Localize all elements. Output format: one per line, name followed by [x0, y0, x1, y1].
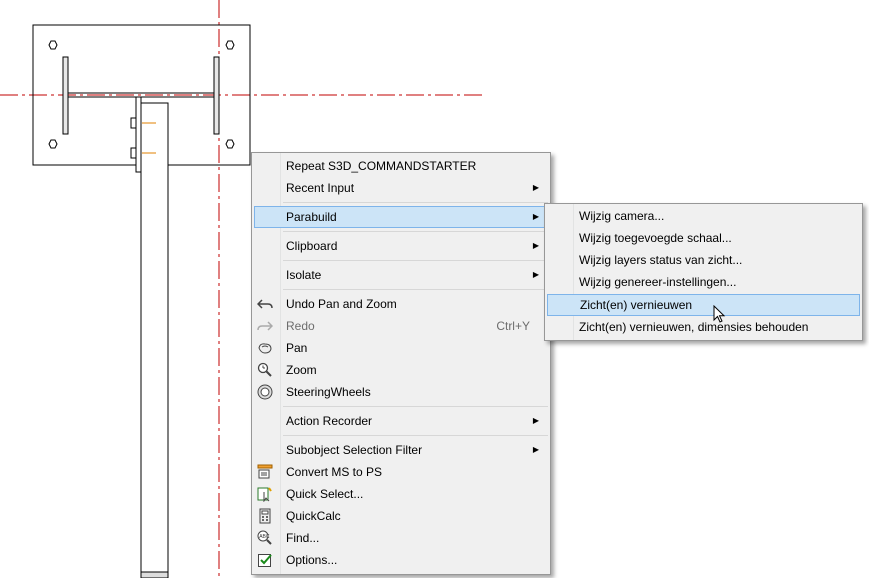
- menu-item-label: Find...: [286, 531, 320, 545]
- menu-separator: [283, 406, 548, 407]
- menu-item-action-recorder[interactable]: Action Recorder ▶: [254, 410, 548, 432]
- bolt-hole: [48, 40, 58, 50]
- submenu-arrow-icon: ▶: [532, 270, 539, 279]
- submenu-item-wijzig-layers[interactable]: Wijzig layers status van zicht...: [547, 249, 860, 271]
- menu-item-label: Clipboard: [286, 239, 338, 253]
- menu-item-pan[interactable]: Pan: [254, 337, 548, 359]
- menu-item-parabuild[interactable]: Parabuild ▶: [254, 206, 548, 228]
- menu-item-label: Parabuild: [286, 210, 337, 224]
- quick-select-icon: [257, 487, 272, 502]
- menu-item-recent-input[interactable]: Recent Input ▶: [254, 177, 548, 199]
- menu-item-label: Zoom: [286, 363, 317, 377]
- submenu-item-wijzig-schaal[interactable]: Wijzig toegevoegde schaal...: [547, 227, 860, 249]
- parabuild-submenu: Wijzig camera... Wijzig toegevoegde scha…: [544, 203, 863, 341]
- submenu-item-wijzig-genereer[interactable]: Wijzig genereer-instellingen...: [547, 271, 860, 293]
- menu-item-options[interactable]: Options...: [254, 549, 548, 571]
- menu-item-quickcalc[interactable]: QuickCalc: [254, 505, 548, 527]
- zoom-icon: [257, 362, 272, 377]
- redo-icon: [257, 321, 273, 331]
- menu-separator: [283, 435, 548, 436]
- column-base-hatch: [140, 571, 169, 578]
- menu-separator: [283, 260, 548, 261]
- menu-item-label: Subobject Selection Filter: [286, 443, 423, 457]
- menu-item-subobject-selection-filter[interactable]: Subobject Selection Filter ▶: [254, 439, 548, 461]
- calculator-icon: [259, 508, 271, 524]
- menu-item-label: Zicht(en) vernieuwen, dimensies behouden: [579, 320, 809, 334]
- bolt-head: [130, 117, 137, 129]
- menu-item-label: Undo Pan and Zoom: [286, 297, 397, 311]
- menu-item-label: Wijzig camera...: [579, 209, 665, 223]
- menu-item-label: Isolate: [286, 268, 322, 282]
- menu-item-label: Wijzig toegevoegde schaal...: [579, 231, 732, 245]
- menu-item-clipboard[interactable]: Clipboard ▶: [254, 235, 548, 257]
- submenu-item-zicht-vernieuwen-dimensies[interactable]: Zicht(en) vernieuwen, dimensies behouden: [547, 316, 860, 338]
- column-connection: [135, 96, 142, 173]
- menu-item-zoom[interactable]: Zoom: [254, 359, 548, 381]
- find-text-icon: ABC: [257, 530, 272, 545]
- menu-separator: [283, 289, 548, 290]
- menu-item-label: Action Recorder: [286, 414, 373, 428]
- menu-item-label: Quick Select...: [286, 487, 364, 501]
- menu-item-label: Pan: [286, 341, 308, 355]
- menu-separator: [283, 202, 548, 203]
- pan-hand-icon: [258, 343, 272, 354]
- undo-icon: [257, 299, 273, 309]
- menu-item-label: Options...: [286, 553, 338, 567]
- menu-item-label: Convert MS to PS: [286, 465, 383, 479]
- submenu-arrow-icon: ▶: [532, 241, 539, 250]
- menu-item-shortcut: Ctrl+Y: [496, 319, 530, 333]
- submenu-item-zicht-vernieuwen[interactable]: Zicht(en) vernieuwen: [547, 294, 860, 316]
- bolt-head: [130, 147, 137, 159]
- menu-item-steeringwheels[interactable]: SteeringWheels: [254, 381, 548, 403]
- submenu-item-wijzig-camera[interactable]: Wijzig camera...: [547, 205, 860, 227]
- submenu-arrow-icon: ▶: [532, 416, 539, 425]
- options-check-icon: [258, 554, 272, 567]
- submenu-arrow-icon: ▶: [532, 212, 539, 221]
- menu-item-label: Zicht(en) vernieuwen: [580, 298, 693, 312]
- menu-separator: [283, 231, 548, 232]
- bolt-hole: [48, 139, 58, 149]
- svg-text:ABC: ABC: [259, 534, 270, 540]
- menu-item-label: Recent Input: [286, 181, 355, 195]
- menu-item-label: Wijzig genereer-instellingen...: [579, 275, 737, 289]
- menu-item-label: SteeringWheels: [286, 385, 371, 399]
- menu-item-find[interactable]: ABC Find...: [254, 527, 548, 549]
- menu-item-redo[interactable]: Redo Ctrl+Y: [254, 315, 548, 337]
- menu-item-isolate[interactable]: Isolate ▶: [254, 264, 548, 286]
- convert-icon: [257, 464, 273, 479]
- menu-item-label: Repeat S3D_COMMANDSTARTER: [286, 159, 477, 173]
- mouse-pointer-icon: [713, 305, 726, 323]
- menu-item-label: Redo: [286, 319, 315, 333]
- context-menu: Repeat S3D_COMMANDSTARTER Recent Input ▶…: [251, 152, 551, 575]
- bolt-hole: [225, 139, 235, 149]
- submenu-arrow-icon: ▶: [532, 183, 539, 192]
- beam-flange-right: [213, 56, 220, 135]
- steering-wheel-icon: [257, 384, 273, 400]
- column-post: [140, 102, 169, 578]
- beam-flange-left: [62, 56, 69, 135]
- submenu-arrow-icon: ▶: [532, 445, 539, 454]
- menu-item-convert-ms-ps[interactable]: Convert MS to PS: [254, 461, 548, 483]
- menu-item-repeat-command[interactable]: Repeat S3D_COMMANDSTARTER: [254, 155, 548, 177]
- bolt-hole: [225, 40, 235, 50]
- menu-item-undo-pan-zoom[interactable]: Undo Pan and Zoom: [254, 293, 548, 315]
- menu-item-quick-select[interactable]: Quick Select...: [254, 483, 548, 505]
- menu-item-label: QuickCalc: [286, 509, 341, 523]
- menu-item-label: Wijzig layers status van zicht...: [579, 253, 743, 267]
